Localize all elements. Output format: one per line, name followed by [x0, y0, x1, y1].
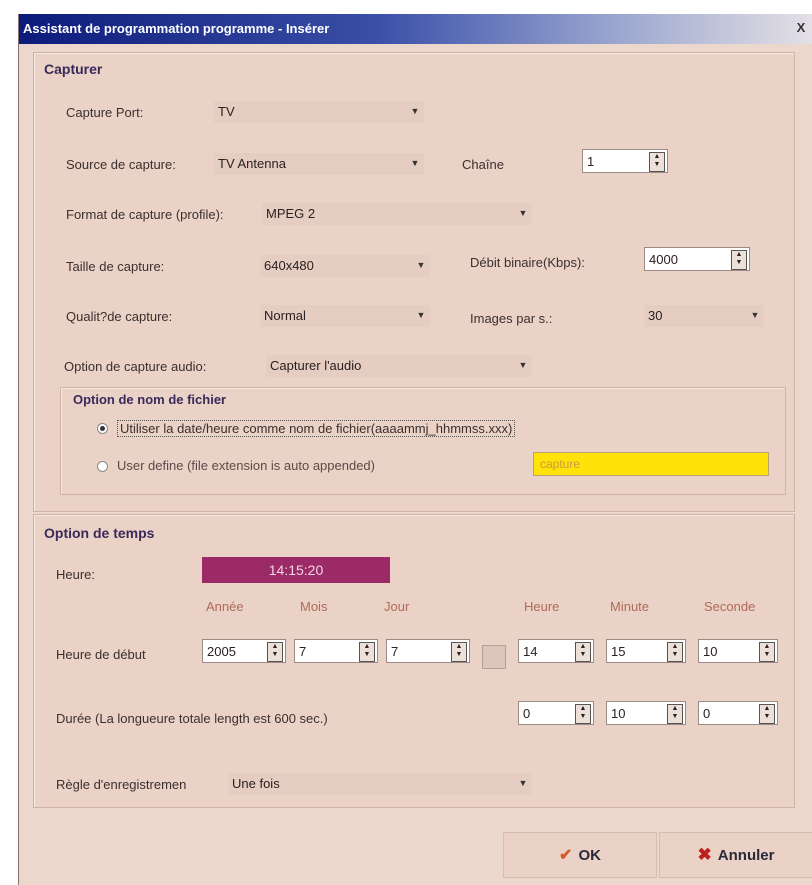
bitrate-label: Débit binaire(Kbps):	[470, 255, 585, 270]
fps-select[interactable]: 30 ▼	[644, 305, 764, 327]
audio-value: Capturer l'audio	[270, 358, 362, 373]
quality-value: Normal	[264, 308, 306, 323]
capture-group: Capturer Capture Port: TV ▼ Source de ca…	[33, 52, 795, 512]
calendar-button[interactable]	[482, 645, 506, 669]
format-value: MPEG 2	[266, 206, 316, 221]
dur-minute-stepper[interactable]: 10 ▲ ▼	[606, 701, 686, 725]
source-select[interactable]: TV Antenna ▼	[214, 153, 424, 175]
start-minute-value: 15	[611, 644, 626, 659]
rule-label: Règle d'enregistremen	[56, 777, 187, 792]
port-value: TV	[218, 104, 235, 119]
cancel-x-icon: ✖	[697, 845, 712, 864]
audio-select[interactable]: Capturer l'audio ▼	[266, 355, 532, 377]
col-year: Année	[206, 599, 244, 614]
quality-select[interactable]: Normal ▼	[260, 305, 430, 327]
spin-arrows-icon[interactable]: ▲ ▼	[649, 152, 665, 172]
ok-button[interactable]: ✔ OK	[503, 832, 657, 878]
spin-arrows-icon[interactable]: ▲ ▼	[451, 642, 467, 662]
size-select[interactable]: 640x480 ▼	[260, 255, 430, 277]
start-day-value: 7	[391, 644, 399, 659]
spin-arrows-icon[interactable]: ▲ ▼	[667, 704, 683, 724]
chevron-down-icon[interactable]: ▼	[749, 307, 761, 323]
spin-arrows-icon[interactable]: ▲ ▼	[575, 704, 591, 724]
time-group: Option de temps Heure: 14:15:20 Année Mo…	[33, 514, 795, 808]
title-bar: Assistant de programmation programme - I…	[19, 14, 812, 44]
rule-select[interactable]: Une fois ▼	[228, 773, 532, 795]
start-second-stepper[interactable]: 10 ▲ ▼	[698, 639, 778, 663]
quality-label: Qualit?de capture:	[66, 309, 173, 324]
capture-section-title: Capturer	[44, 61, 103, 77]
filename-section-title: Option de nom de fichier	[73, 392, 227, 407]
cancel-label: Annuler	[717, 846, 775, 864]
col-hour: Heure	[524, 599, 560, 614]
dur-minute-value: 10	[611, 706, 626, 721]
fps-value: 30	[648, 308, 663, 323]
check-icon: ✔	[559, 847, 573, 864]
start-year-stepper[interactable]: 2005 ▲ ▼	[202, 639, 286, 663]
rule-value: Une fois	[232, 776, 280, 791]
dur-second-stepper[interactable]: 0 ▲ ▼	[698, 701, 778, 725]
start-year-value: 2005	[207, 644, 236, 659]
chevron-down-icon[interactable]: ▼	[415, 307, 427, 323]
start-month-stepper[interactable]: 7 ▲ ▼	[294, 639, 378, 663]
date-filename-radio[interactable]	[97, 423, 108, 434]
date-filename-label[interactable]: Utiliser la date/heure comme nom de fich…	[117, 420, 516, 437]
audio-label: Option de capture audio:	[64, 359, 207, 374]
channel-stepper[interactable]: 1 ▲ ▼	[582, 149, 668, 173]
chevron-down-icon[interactable]: ▼	[409, 103, 421, 119]
user-filename-label[interactable]: User define (file extension is auto appe…	[117, 458, 375, 473]
start-minute-stepper[interactable]: 15 ▲ ▼	[606, 639, 686, 663]
start-label: Heure de début	[56, 647, 146, 662]
spin-arrows-icon[interactable]: ▲ ▼	[667, 642, 683, 662]
start-day-stepper[interactable]: 7 ▲ ▼	[386, 639, 470, 663]
user-filename-input[interactable]: capture	[533, 452, 769, 476]
spin-arrows-icon[interactable]: ▲ ▼	[759, 704, 775, 724]
duration-label: Durée (La longueure totale length est 60…	[56, 711, 328, 726]
cancel-button[interactable]: ✖ Annuler	[659, 832, 812, 878]
size-value: 640x480	[264, 258, 314, 273]
source-value: TV Antenna	[218, 156, 286, 171]
start-hour-value: 14	[523, 644, 538, 659]
time-section-title: Option de temps	[44, 525, 155, 541]
col-minute: Minute	[610, 599, 650, 614]
spin-arrows-icon[interactable]: ▲ ▼	[267, 642, 283, 662]
dur-second-value: 0	[703, 706, 711, 721]
spin-arrows-icon[interactable]: ▲ ▼	[759, 642, 775, 662]
spin-arrows-icon[interactable]: ▲ ▼	[359, 642, 375, 662]
dur-hour-stepper[interactable]: 0 ▲ ▼	[518, 701, 594, 725]
start-hour-stepper[interactable]: 14 ▲ ▼	[518, 639, 594, 663]
chevron-down-icon[interactable]: ▼	[517, 357, 529, 373]
start-month-value: 7	[299, 644, 307, 659]
user-filename-radio[interactable]	[97, 461, 108, 472]
fps-label: Images par s.:	[470, 311, 553, 326]
window-title: Assistant de programmation programme - I…	[23, 21, 330, 36]
filename-group: Option de nom de fichier Utiliser la dat…	[60, 387, 786, 495]
chevron-down-icon[interactable]: ▼	[517, 775, 529, 791]
bitrate-stepper[interactable]: 4000 ▲ ▼	[644, 247, 750, 271]
size-label: Taille de capture:	[66, 259, 165, 274]
bitrate-value: 4000	[649, 252, 678, 267]
chevron-down-icon[interactable]: ▼	[409, 155, 421, 171]
col-month: Mois	[300, 599, 328, 614]
channel-label: Chaîne	[462, 157, 504, 172]
chevron-down-icon[interactable]: ▼	[517, 205, 529, 221]
col-day: Jour	[384, 599, 410, 614]
col-second: Seconde	[704, 599, 756, 614]
chevron-down-icon[interactable]: ▼	[415, 257, 427, 273]
port-select[interactable]: TV ▼	[214, 101, 424, 123]
format-select[interactable]: MPEG 2 ▼	[262, 203, 532, 225]
channel-value: 1	[587, 154, 595, 169]
format-label: Format de capture (profile):	[66, 207, 224, 222]
close-icon[interactable]: X	[791, 18, 811, 38]
spin-arrows-icon[interactable]: ▲ ▼	[731, 250, 747, 270]
source-label: Source de capture:	[66, 157, 176, 172]
dur-hour-value: 0	[523, 706, 531, 721]
heure-display: 14:15:20	[202, 557, 390, 583]
spin-arrows-icon[interactable]: ▲ ▼	[575, 642, 591, 662]
dialog-window: Assistant de programmation programme - I…	[18, 14, 812, 885]
ok-label: OK	[578, 846, 601, 864]
start-second-value: 10	[703, 644, 718, 659]
heure-label: Heure:	[56, 567, 96, 582]
port-label: Capture Port:	[66, 105, 144, 120]
